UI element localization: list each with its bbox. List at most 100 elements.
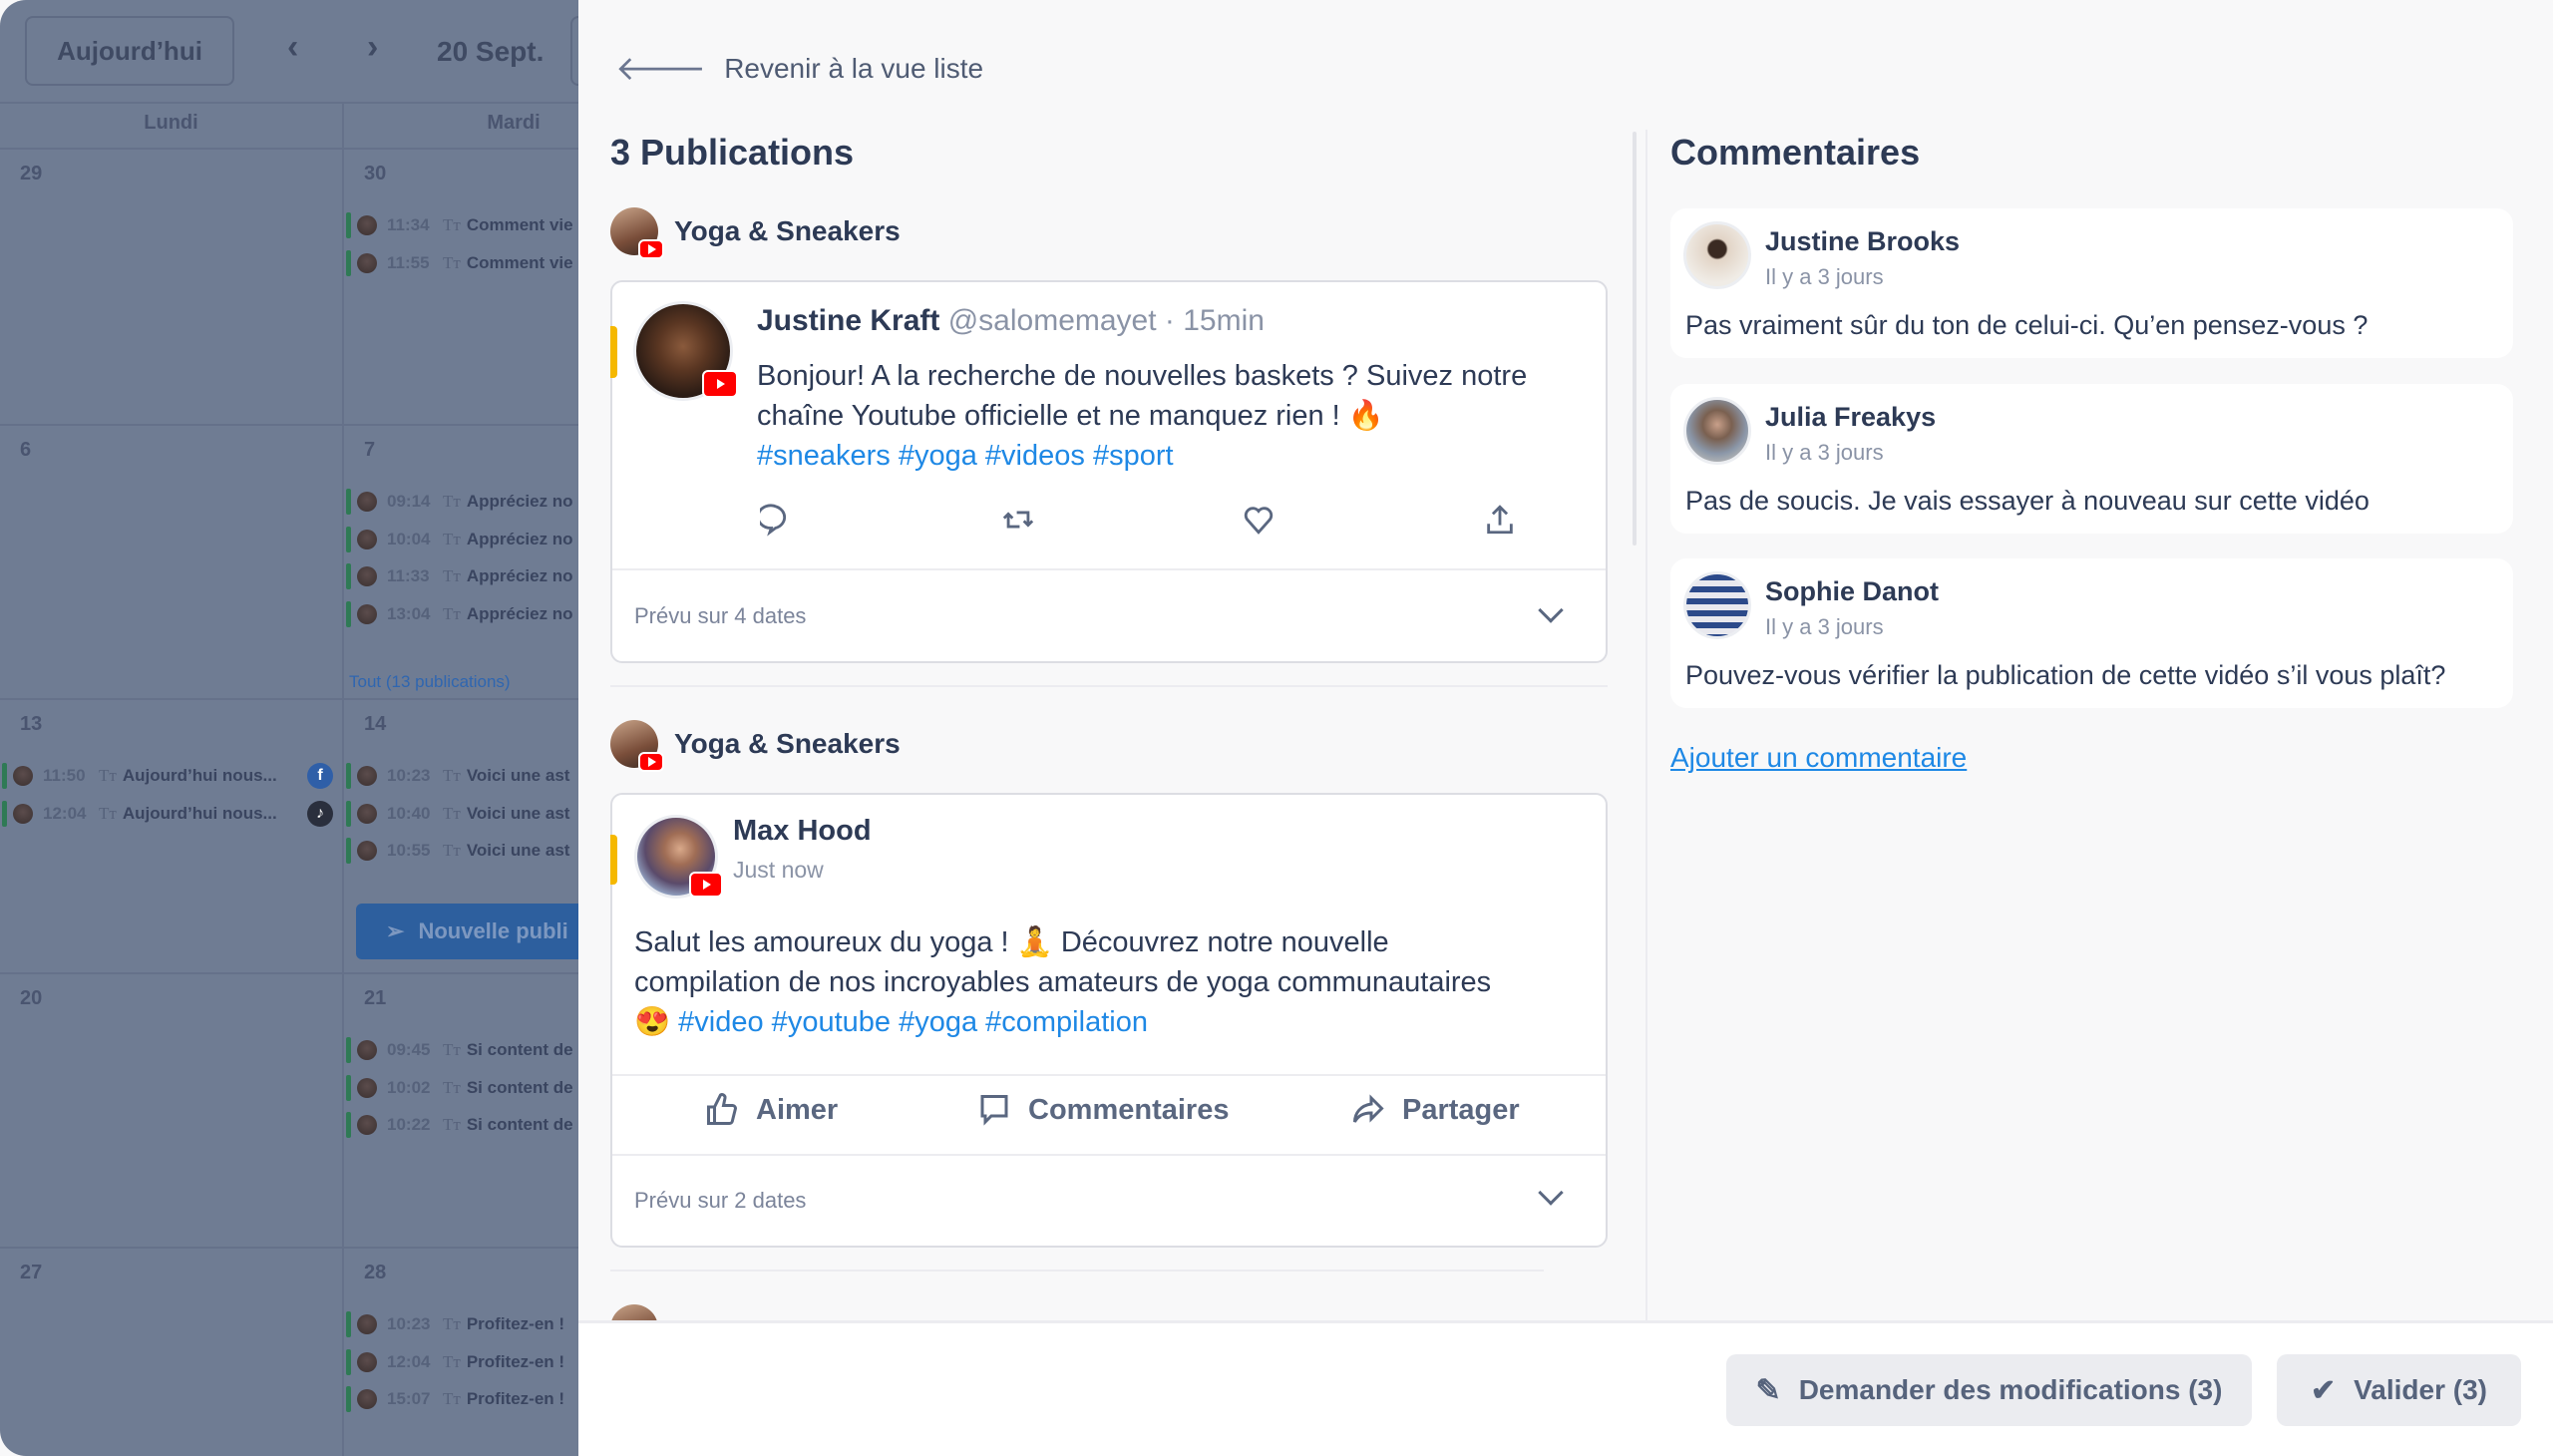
calendar-event[interactable]: 10:04 Tт Appréciez no — [346, 526, 578, 553]
comments-label: Commentaires — [1028, 1093, 1230, 1126]
account-avatar — [610, 207, 664, 259]
request-changes-button[interactable]: ✎ Demander des modifications (3) — [1726, 1354, 2252, 1426]
account-name: Yoga & Sneakers — [674, 728, 901, 759]
youtube-icon — [638, 239, 664, 259]
author-name: Max Hood — [733, 815, 872, 847]
account-avatar — [357, 215, 377, 235]
text-type-icon: Tт — [443, 492, 461, 511]
event-title: Appréciez no — [466, 529, 573, 548]
heart-icon[interactable] — [1242, 503, 1276, 537]
calendar-event[interactable]: 09:14 Tт Appréciez no — [346, 488, 578, 516]
calendar-event[interactable]: 11:55 Tт Comment vie — [346, 249, 578, 277]
add-comment-link[interactable]: Ajouter un commentaire — [1670, 742, 1967, 774]
calendar-event[interactable]: 12:04 Tт Profitez-en ! — [346, 1348, 578, 1376]
event-title: Comment vie — [466, 215, 573, 234]
view-button[interactable] — [570, 16, 578, 86]
author-handle: @salomemayet · 15min — [947, 304, 1265, 337]
text-type-icon: Tт — [443, 529, 461, 548]
publication-card: Justine Kraft @salomemayet · 15min Bonjo… — [610, 280, 1608, 663]
account-avatar — [13, 803, 33, 824]
chevron-down-icon[interactable] — [1538, 597, 1564, 623]
calendar-event[interactable]: 10:02 Tт Si content de — [346, 1074, 578, 1102]
comment-text: Pouvez-vous vérifier la publication de c… — [1685, 660, 2446, 690]
status-bar — [346, 800, 351, 827]
commenter-avatar — [1683, 397, 1751, 465]
share-arrow-icon — [1353, 1094, 1384, 1123]
account-avatar — [357, 1115, 377, 1135]
event-time: 11:33 — [387, 566, 430, 585]
schedule-summary: Prévu sur 2 dates — [634, 1188, 807, 1213]
validate-button[interactable]: ✔ Valider (3) — [2277, 1354, 2521, 1426]
calendar-event[interactable]: 13:04 Tт Appréciez no — [346, 600, 578, 628]
status-bar — [346, 563, 351, 589]
text-type-icon: Tт — [99, 803, 117, 823]
new-post-button[interactable]: ➢ Nouvelle publi — [356, 904, 578, 959]
post-text: Bonjour! A la recherche de nouvelles bas… — [757, 356, 1527, 476]
account-avatar — [357, 603, 377, 624]
calendar-event[interactable]: 10:40 Tт Voici une ast — [346, 800, 578, 828]
author-avatar — [633, 301, 738, 401]
chevron-down-icon[interactable] — [1538, 1180, 1564, 1206]
status-bar — [2, 763, 7, 789]
text-type-icon: Tт — [443, 1115, 461, 1134]
share-button[interactable]: Partager — [1350, 1092, 1520, 1128]
send-icon: ➢ — [386, 918, 405, 943]
calendar-event[interactable]: 11:33 Tт Appréciez no — [346, 562, 578, 590]
account-avatar — [357, 766, 377, 786]
event-time: 12:04 — [43, 803, 87, 823]
event-title: Si content de — [466, 1040, 573, 1059]
comments-button[interactable]: Commentaires — [976, 1092, 1229, 1128]
retweet-icon[interactable] — [1001, 503, 1035, 537]
event-title: Voici une ast — [466, 841, 570, 860]
account-avatar — [357, 1314, 377, 1334]
calendar-event[interactable]: 12:04 Tт Aujourd’hui nous... ♪ — [2, 800, 339, 828]
scrollbar[interactable] — [1633, 132, 1637, 546]
current-date: 20 Sept. — [437, 36, 545, 67]
day-number: 30 — [364, 163, 387, 184]
share-icon[interactable] — [1483, 503, 1517, 537]
reply-icon[interactable] — [760, 503, 794, 537]
day-number: 13 — [20, 713, 43, 735]
status-bar — [346, 1037, 351, 1063]
event-time: 09:45 — [387, 1040, 431, 1059]
text-type-icon: Tт — [443, 1314, 461, 1333]
back-to-list-link[interactable]: 🡐 Revenir à la vue liste — [615, 48, 983, 89]
post-line: chaîne Youtube officielle et ne manquez … — [757, 400, 1384, 432]
post-line: compilation de nos incroyables amateurs … — [634, 966, 1492, 998]
event-time: 10:22 — [387, 1115, 431, 1134]
calendar-event[interactable]: 11:34 Tт Comment vie — [346, 211, 578, 239]
status-bar — [346, 489, 351, 515]
calendar-event[interactable]: 10:23 Tт Voici une ast — [346, 762, 578, 790]
calendar-event[interactable]: 10:23 Tт Profitez-en ! — [346, 1310, 578, 1338]
like-button[interactable]: Aimer — [704, 1092, 838, 1128]
post-hashtags[interactable]: #sneakers #yoga #videos #sport — [757, 436, 1527, 476]
show-all-publications-link[interactable]: Tout (13 publications) — [349, 672, 511, 692]
chevron-left-icon[interactable]: ‹ — [287, 28, 298, 67]
calendar-event[interactable]: 11:50 Tт Aujourd’hui nous... f — [2, 762, 339, 790]
calendar-event[interactable]: 10:22 Tт Si content de — [346, 1111, 578, 1139]
text-type-icon: Tт — [99, 766, 117, 785]
event-title: Aujourd’hui nous... — [122, 803, 277, 823]
day-number: 28 — [364, 1262, 387, 1283]
calendar-event[interactable]: 09:45 Tт Si content de — [346, 1036, 578, 1064]
status-bar — [346, 1074, 351, 1101]
calendar-event[interactable]: 10:55 Tт Voici une ast — [346, 837, 578, 865]
event-title: Appréciez no — [466, 492, 573, 511]
text-type-icon: Tт — [443, 766, 461, 785]
status-bar — [346, 212, 351, 238]
post-text: Salut les amoureux du yoga ! 🧘 Découvrez… — [634, 922, 1491, 1042]
comment-icon — [980, 1095, 1008, 1126]
today-button[interactable]: Aujourd’hui — [25, 16, 234, 86]
arrow-left-icon: 🡐 — [615, 50, 707, 88]
account-avatar — [357, 492, 377, 512]
account-avatar — [357, 252, 377, 273]
schedule-summary: Prévu sur 4 dates — [634, 603, 807, 628]
publication-panel: 🡐 Revenir à la vue liste 3 Publications … — [578, 0, 2553, 1456]
author-name: Justine Kraft — [757, 304, 940, 337]
event-time: 11:55 — [387, 252, 430, 272]
post-hashtags[interactable]: #video #youtube #yoga #compilation — [678, 1006, 1148, 1038]
text-type-icon: Tт — [443, 841, 461, 860]
chevron-right-icon[interactable]: › — [367, 28, 378, 67]
calendar-event[interactable]: 15:07 Tт Profitez-en ! — [346, 1385, 578, 1413]
account-avatar — [357, 529, 377, 549]
